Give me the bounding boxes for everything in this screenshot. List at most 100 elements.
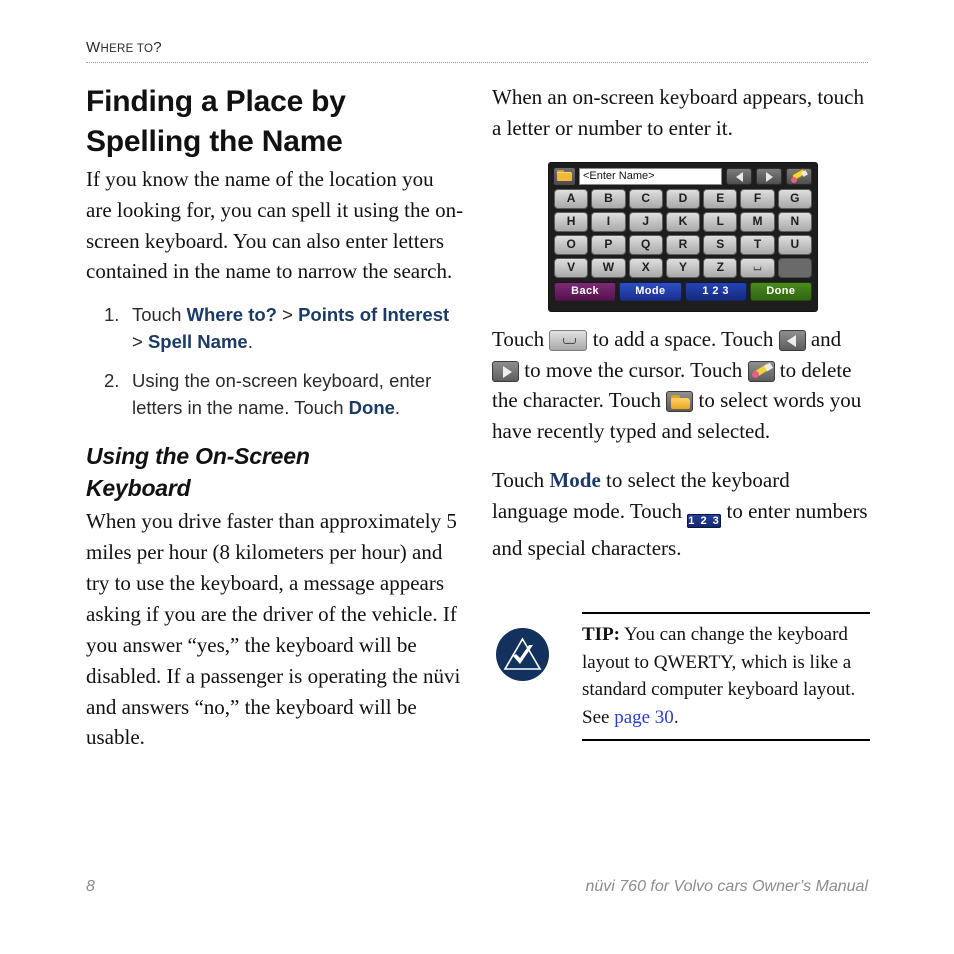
key-x[interactable]: X bbox=[628, 258, 663, 278]
mode-paragraph: Touch Mode to select the keyboard langua… bbox=[492, 465, 870, 564]
key-e[interactable]: E bbox=[703, 189, 738, 209]
subhead-paragraph: When you drive faster than approximately… bbox=[86, 509, 461, 750]
key-blank bbox=[777, 258, 812, 278]
key-s[interactable]: S bbox=[703, 235, 738, 255]
pencil-delete-icon[interactable] bbox=[786, 168, 812, 185]
page-title-line2: Spelling the Name bbox=[86, 124, 343, 158]
keyboard-row-4: V W X Y Z ⌴ bbox=[554, 258, 812, 278]
space-bar-icon bbox=[549, 329, 588, 351]
mode-bold-label: Mode bbox=[549, 468, 601, 493]
page-reference-link[interactable]: page 30 bbox=[614, 707, 674, 728]
key-l[interactable]: L bbox=[703, 212, 738, 232]
icons-para-part2: to add a space. Touch bbox=[587, 326, 779, 351]
running-head: WHERE TO? bbox=[86, 40, 868, 63]
arrow-right-icon[interactable] bbox=[756, 168, 782, 185]
key-o[interactable]: O bbox=[554, 235, 589, 255]
key-p[interactable]: P bbox=[591, 235, 626, 255]
page-title-line1: Finding a Place by bbox=[86, 85, 346, 118]
done-button[interactable]: Done bbox=[749, 282, 812, 301]
left-column: Finding a Place by Spelling the Name If … bbox=[86, 82, 464, 767]
key-a[interactable]: A bbox=[554, 189, 589, 209]
key-b[interactable]: B bbox=[591, 189, 626, 209]
running-head-text: WHERE TO? bbox=[86, 40, 868, 56]
keyboard-screenshot-figure: <Enter Name> A B C D E F G H I J K L M N… bbox=[548, 162, 818, 312]
key-z[interactable]: Z bbox=[703, 258, 738, 278]
keyboard-row-3: O P Q R S T U bbox=[554, 235, 812, 255]
step-1-suffix: . bbox=[247, 331, 253, 353]
key-c[interactable]: C bbox=[628, 189, 663, 209]
tip-label: TIP: bbox=[582, 624, 620, 645]
subheading-line1: Using the On-Screen bbox=[86, 442, 310, 469]
key-d[interactable]: D bbox=[665, 189, 701, 209]
running-head-qmark: ? bbox=[153, 39, 162, 56]
key-j[interactable]: J bbox=[628, 212, 663, 232]
right-intro-paragraph: When an on-screen keyboard appears, touc… bbox=[492, 85, 865, 140]
step-1-nav-where-to: Where to? bbox=[186, 304, 277, 326]
arrow-left-icon[interactable] bbox=[726, 168, 752, 185]
arrow-right-icon bbox=[492, 360, 519, 382]
numeric-button[interactable]: 1 2 3 bbox=[684, 282, 747, 301]
keyboard-row-1: A B C D E F G bbox=[554, 189, 812, 209]
running-head-smallcaps: HERE TO bbox=[100, 43, 154, 55]
numeric-keyboard-button-icon: 1 2 3 bbox=[687, 514, 722, 529]
key-n[interactable]: N bbox=[777, 212, 812, 232]
step-1-nav-points-of-interest: Points of Interest bbox=[298, 304, 450, 326]
step-1-nav-spell-name: Spell Name bbox=[147, 331, 248, 353]
icons-para-part1: Touch bbox=[492, 326, 550, 351]
tip-box: TIP: You can change the keyboard layout … bbox=[492, 612, 870, 742]
subheading-line2: Keyboard bbox=[86, 474, 191, 501]
key-w[interactable]: W bbox=[591, 258, 626, 278]
tip-rule-bottom bbox=[582, 739, 870, 742]
key-t[interactable]: T bbox=[740, 235, 775, 255]
tip-body: TIP: You can change the keyboard layout … bbox=[582, 612, 870, 742]
key-u[interactable]: U bbox=[777, 235, 812, 255]
key-k[interactable]: K bbox=[665, 212, 701, 232]
key-f[interactable]: F bbox=[740, 189, 775, 209]
keyboard-row-2: H I J K L M N bbox=[554, 212, 812, 232]
key-v[interactable]: V bbox=[554, 258, 589, 278]
section-subheading: Using the On-Screen Keyboard bbox=[86, 441, 464, 504]
keyboard-bottom-bar: Back Mode 1 2 3 Done bbox=[554, 282, 812, 301]
tip-note-icon bbox=[496, 628, 549, 681]
mode-para-part1: Touch bbox=[492, 468, 550, 493]
tip-icon-wrapper bbox=[492, 612, 582, 681]
step-1-prefix: Touch bbox=[132, 304, 187, 326]
back-button[interactable]: Back bbox=[554, 282, 617, 301]
step-1-sep2: > bbox=[132, 331, 148, 353]
key-m[interactable]: M bbox=[740, 212, 775, 232]
list-item: Using the on-screen keyboard, enter lett… bbox=[86, 367, 464, 421]
document-page: WHERE TO? Finding a Place by Spelling th… bbox=[0, 0, 954, 954]
steps-list: Touch Where to? > Points of Interest > S… bbox=[86, 301, 464, 421]
keyboard-entry-bar: <Enter Name> bbox=[554, 167, 812, 186]
key-space[interactable]: ⌴ bbox=[740, 258, 775, 278]
page-title: Finding a Place by Spelling the Name bbox=[86, 82, 464, 162]
key-h[interactable]: H bbox=[554, 212, 589, 232]
intro-paragraph: If you know the name of the location you… bbox=[86, 166, 464, 284]
footer-page-number: 8 bbox=[86, 878, 95, 895]
key-g[interactable]: G bbox=[777, 189, 812, 209]
icons-para-part3: and bbox=[805, 326, 842, 351]
key-r[interactable]: R bbox=[665, 235, 701, 255]
page-footer: 8 nüvi 760 for Volvo cars Owner’s Manual bbox=[86, 878, 868, 896]
footer-manual-title: nüvi 760 for Volvo cars Owner’s Manual bbox=[585, 878, 868, 895]
icons-paragraph: Touch to add a space. Touch and to move … bbox=[492, 324, 870, 447]
tip-text-after-link: . bbox=[673, 706, 679, 728]
icons-para-part4: to move the cursor. Touch bbox=[519, 357, 748, 382]
right-column: When an on-screen keyboard appears, touc… bbox=[492, 82, 870, 578]
folder-icon[interactable] bbox=[554, 168, 575, 185]
step-2-suffix: . bbox=[394, 396, 401, 418]
key-i[interactable]: I bbox=[591, 212, 626, 232]
mode-button[interactable]: Mode bbox=[619, 282, 682, 301]
running-head-initial: W bbox=[86, 39, 101, 56]
tip-text: TIP: You can change the keyboard layout … bbox=[582, 614, 870, 739]
running-head-divider bbox=[86, 61, 868, 63]
list-item: Touch Where to? > Points of Interest > S… bbox=[86, 301, 464, 355]
step-1-sep1: > bbox=[276, 304, 299, 326]
key-y[interactable]: Y bbox=[665, 258, 701, 278]
step-2-nav-done: Done bbox=[348, 396, 395, 418]
search-input[interactable]: <Enter Name> bbox=[579, 168, 722, 185]
folder-icon bbox=[666, 391, 694, 413]
pencil-delete-icon bbox=[747, 360, 775, 382]
key-q[interactable]: Q bbox=[628, 235, 663, 255]
arrow-left-icon bbox=[778, 329, 806, 351]
